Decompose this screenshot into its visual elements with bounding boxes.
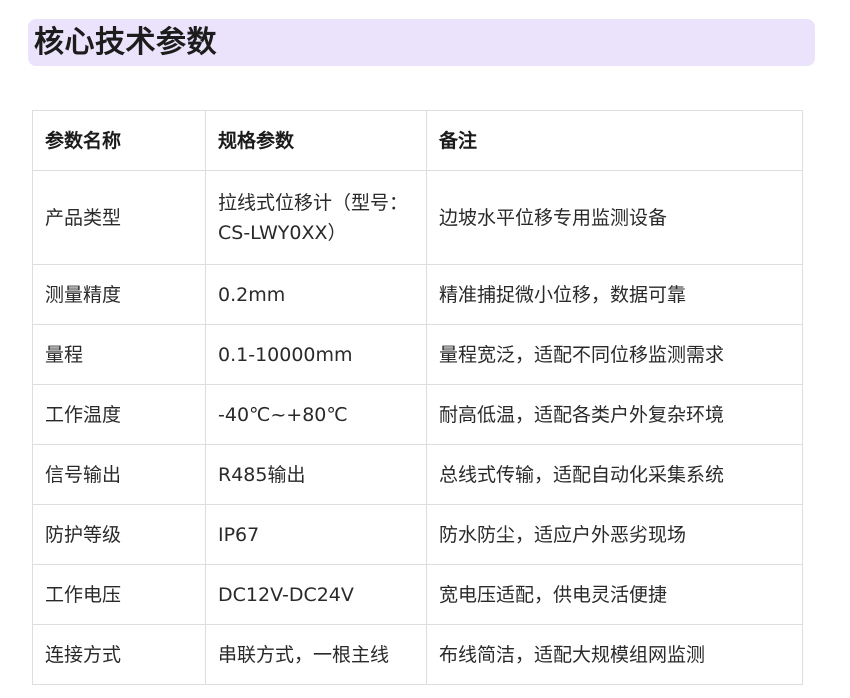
spec-cell: IP67	[205, 504, 427, 565]
spec-cell: 串联方式，一根主线	[205, 624, 427, 685]
remark-cell: 防水防尘，适应户外恶劣现场	[426, 504, 803, 565]
table-row: 信号输出 R485输出 总线式传输，适配自动化采集系统	[32, 444, 803, 505]
spec-cell: R485输出	[205, 444, 427, 505]
param-name-cell: 测量精度	[32, 264, 206, 325]
param-name-cell: 连接方式	[32, 624, 206, 685]
remark-cell: 精准捕捉微小位移，数据可靠	[426, 264, 803, 325]
table-row: 工作电压 DC12V-DC24V 宽电压适配，供电灵活便捷	[32, 564, 803, 625]
parameters-table: 参数名称 规格参数 备注 产品类型 拉线式位移计（型号：CS-LWY0XX） 边…	[32, 110, 803, 685]
table-row: 连接方式 串联方式，一根主线 布线简洁，适配大规模组网监测	[32, 624, 803, 685]
table-row: 测量精度 0.2mm 精准捕捉微小位移，数据可靠	[32, 264, 803, 325]
remark-cell: 宽电压适配，供电灵活便捷	[426, 564, 803, 625]
table-row: 产品类型 拉线式位移计（型号：CS-LWY0XX） 边坡水平位移专用监测设备	[32, 170, 803, 265]
remark-cell: 布线简洁，适配大规模组网监测	[426, 624, 803, 685]
remark-cell: 总线式传输，适配自动化采集系统	[426, 444, 803, 505]
spec-cell: 0.2mm	[205, 264, 427, 325]
header-remark: 备注	[426, 110, 803, 171]
param-name-cell: 工作电压	[32, 564, 206, 625]
table-row: 工作温度 -40℃~+80℃ 耐高低温，适配各类户外复杂环境	[32, 384, 803, 445]
spec-cell: 0.1-10000mm	[205, 324, 427, 385]
remark-cell: 量程宽泛，适配不同位移监测需求	[426, 324, 803, 385]
remark-cell: 边坡水平位移专用监测设备	[426, 170, 803, 265]
table-row: 防护等级 IP67 防水防尘，适应户外恶劣现场	[32, 504, 803, 565]
remark-cell: 耐高低温，适配各类户外复杂环境	[426, 384, 803, 445]
table-header-row: 参数名称 规格参数 备注	[32, 110, 803, 171]
table-row: 量程 0.1-10000mm 量程宽泛，适配不同位移监测需求	[32, 324, 803, 385]
param-name-cell: 产品类型	[32, 170, 206, 265]
param-name-cell: 防护等级	[32, 504, 206, 565]
param-name-cell: 信号输出	[32, 444, 206, 505]
section-heading: 核心技术参数	[28, 19, 815, 66]
spec-cell: 拉线式位移计（型号：CS-LWY0XX）	[205, 170, 427, 265]
param-name-cell: 工作温度	[32, 384, 206, 445]
param-name-cell: 量程	[32, 324, 206, 385]
section-title: 核心技术参数	[34, 25, 217, 60]
header-spec: 规格参数	[205, 110, 427, 171]
spec-cell: -40℃~+80℃	[205, 384, 427, 445]
header-param-name: 参数名称	[32, 110, 206, 171]
spec-cell: DC12V-DC24V	[205, 564, 427, 625]
